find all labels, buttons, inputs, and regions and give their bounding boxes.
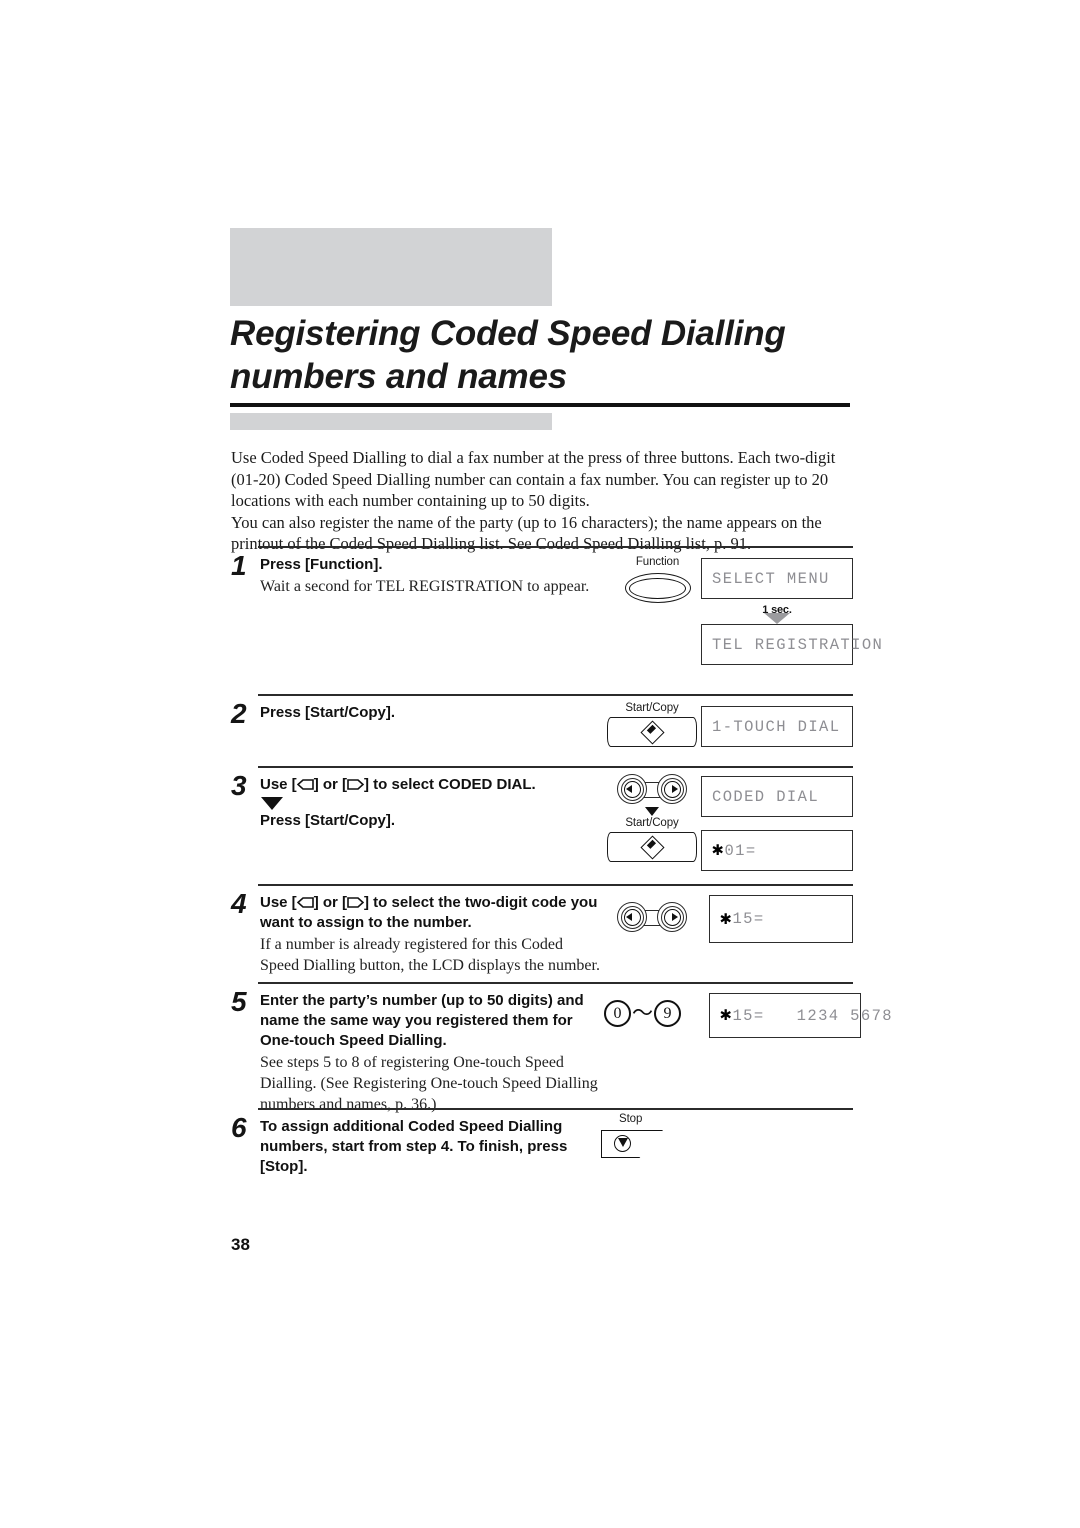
arrow-pad-group-4 [601,902,703,932]
step-5-heading: Enter the party’s number (up to 50 digit… [260,992,584,1049]
left-arrow-inline-icon [296,776,314,793]
right-arrow-icon [672,913,678,921]
step-5-body: Enter the party’s number (up to 50 digit… [260,991,605,1115]
step-4-number: 4 [231,888,247,919]
lcd-1-touch-dial: 1-TOUCH DIAL [701,706,853,747]
lcd-asterisk-icon: ✱ [712,839,724,861]
step-divider-rule [258,884,853,886]
step-4-body: Use [] or [] to select the two-digit cod… [260,893,605,976]
title-block: Registering Coded Speed Dialling numbers… [230,228,850,430]
lcd-select-menu-text: SELECT MENU [712,569,830,588]
lcd-tel-registration: TEL REGISTRATION [701,624,882,665]
left-arrow-icon [626,785,632,793]
step-3-head-part-1: Use [ [260,776,297,793]
step-4-description: If a number is already registered for th… [260,936,600,974]
step-2-heading: Press [Start/Copy]. [260,704,396,721]
lcd-code-15-number: ✱ 15= 1234 5678 [709,993,892,1038]
intro-text: Use Coded Speed Dialling to dial a fax n… [231,447,853,555]
right-arrow-inline-icon [347,894,365,911]
lcd-select-menu: SELECT MENU [701,558,853,599]
lcd-code-15-text: 15= [732,910,765,928]
step-1-description: Wait a second for TEL REGISTRATION to ap… [260,578,590,595]
key-0-icon[interactable]: 0 [604,1000,631,1027]
right-arrow-inline-icon [347,776,365,793]
step-3-heading: Use [ ] or [ ] to select CODED DIAL. [260,775,605,795]
transition-label: 1 sec. [762,604,792,616]
step-5-number: 5 [231,986,247,1017]
page-number: 38 [231,1235,250,1254]
numeric-keys-group: 0 ～ 9 [604,1000,681,1027]
arrow-pad-group-3: Start/Copy [601,774,703,862]
sequence-arrow-icon [261,797,283,810]
intro-paragraph-2: You can also register the name of the pa… [231,512,822,554]
lcd-coded-dial: CODED DIAL [701,776,853,817]
transition-1-sec: 1 sec. [737,604,817,624]
step-1-body: Press [Function]. Wait a second for TEL … [260,555,605,597]
step-1-number: 1 [231,550,247,581]
step-4-head-part-2: ] or [ [313,894,348,911]
step-divider-rule [258,766,853,768]
stop-button-shape [601,1130,663,1158]
step-3-head-part-3: ] to select CODED DIAL. [364,776,536,793]
step-2-body: Press [Start/Copy]. [260,703,605,723]
decorative-gray-bar-bottom [230,413,552,430]
lcd-asterisk-icon: ✱ [720,1004,732,1026]
lcd-coded-dial-text: CODED DIAL [712,787,820,806]
page-title-line-2: numbers and names [230,357,567,396]
range-tilde-icon: ～ [632,1000,653,1025]
lcd-code-15-number-text: 15= 1234 5678 [732,1006,893,1025]
step-3-heading-2: Press [Start/Copy]. [260,812,396,829]
right-arrow-icon [672,785,678,793]
stop-button-group: Stop [601,1113,701,1158]
step-2-number: 2 [231,698,247,729]
stop-button[interactable] [601,1130,663,1158]
step-6-body: To assign additional Coded Speed Diallin… [260,1117,605,1177]
start-diamond-icon [640,720,665,745]
sequence-caret-icon [645,807,659,816]
start-copy-button-label: Start/Copy [625,702,679,714]
decorative-gray-bar-top [230,228,552,306]
left-arrow-button[interactable] [617,902,647,932]
function-button-label: Function [635,556,680,568]
step-3-head-part-2: ] or [ [313,776,348,793]
lcd-tel-registration-text: TEL REGISTRATION [712,635,884,654]
lcd-code-01-text: 01= [724,841,757,860]
step-divider-rule [258,546,853,548]
step-3-number: 3 [231,770,247,801]
lcd-code-15: ✱ 15= [709,895,853,943]
step-4-heading: Use [] or [] to select the two-digit cod… [260,893,605,933]
step-divider-rule [258,982,853,984]
stop-icon [614,1135,631,1152]
arrow-pad[interactable] [617,774,687,804]
start-diamond-icon [640,835,665,860]
step-divider-rule [258,1108,853,1110]
step-5-description: See steps 5 to 8 of registering One-touc… [260,1054,598,1113]
stop-button-label: Stop [619,1113,643,1125]
page-title-line-1: Registering Coded Speed Dialling [230,314,786,353]
left-arrow-inline-icon [296,894,314,911]
page-title: Registering Coded Speed Dialling numbers… [230,306,830,398]
step-divider-rule [258,694,853,696]
function-button[interactable] [624,573,691,603]
step-6-number: 6 [231,1112,247,1143]
lcd-code-01: ✱ 01= [701,830,853,871]
step-4-head-part-1: Use [ [260,894,297,911]
step-1-heading: Press [Function]. [260,556,383,573]
step-6-heading: To assign additional Coded Speed Diallin… [260,1118,568,1175]
arrow-pad[interactable] [617,902,687,932]
start-copy-button-group-2: Start/Copy [593,702,711,747]
intro-paragraph-1: Use Coded Speed Dialling to dial a fax n… [231,448,836,510]
start-copy-button[interactable] [607,832,697,862]
start-copy-button[interactable] [607,717,697,747]
key-9-icon[interactable]: 9 [654,1000,681,1027]
step-3-body: Use [ ] or [ ] to select CODED DIAL. Press… [260,775,605,831]
lcd-1-touch-dial-text: 1-TOUCH DIAL [712,717,841,736]
left-arrow-button[interactable] [617,774,647,804]
lcd-asterisk-icon: ✱ [720,907,732,930]
left-arrow-icon [626,913,632,921]
start-copy-button-label: Start/Copy [625,817,679,829]
function-button-group: Function [605,556,710,603]
title-underline-rule [230,403,850,407]
